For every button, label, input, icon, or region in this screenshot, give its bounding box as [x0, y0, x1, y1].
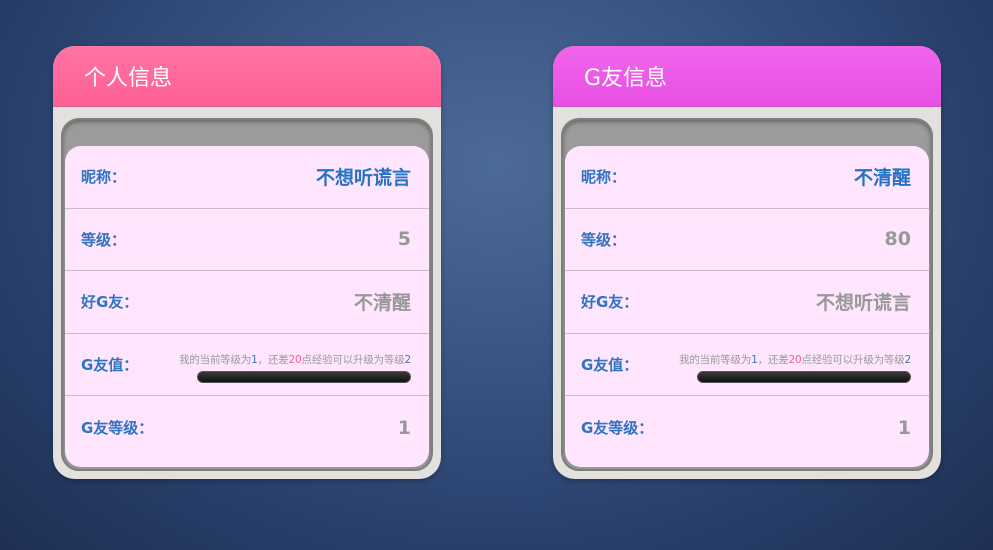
- nickname-value: 不清醒: [853, 167, 911, 190]
- g-level-label: G友等级：: [81, 419, 154, 438]
- g-level-value: 1: [897, 416, 911, 439]
- personal-info-header: 个人信息: [53, 46, 441, 107]
- g-value-label: G友值：: [81, 356, 139, 375]
- best-friend-row: 好G友： 不清醒: [65, 271, 429, 334]
- level-row: 等级： 80: [565, 209, 929, 272]
- g-level-row: G友等级： 1: [565, 396, 929, 459]
- personal-info-title: 个人信息: [84, 66, 173, 91]
- nickname-row: 昵称： 不想听谎言: [65, 146, 429, 209]
- nickname-value: 不想听谎言: [315, 167, 411, 190]
- personal-info-card: 个人信息 昵称： 不想听谎言 等级： 5 好G友： 不清醒 G友值： 我的当前等…: [53, 46, 441, 479]
- exp-suffix: 点经验可以升级为等级: [301, 353, 405, 366]
- exp-prefix: 我的当前等级为: [679, 353, 752, 366]
- level-label: 等级：: [581, 230, 627, 249]
- best-friend-label: 好G友：: [581, 293, 639, 312]
- best-friend-value: 不清醒: [353, 292, 411, 315]
- nickname-row: 昵称： 不清醒: [565, 146, 929, 209]
- g-value-label: G友值：: [581, 356, 639, 375]
- g-friend-info-title: G友信息: [584, 66, 668, 91]
- g-value-row: G友值： 我的当前等级为1，还差20点经验可以升级为等级2: [565, 334, 929, 397]
- exp-box: 我的当前等级为1，还差20点经验可以升级为等级2: [161, 352, 411, 383]
- g-level-label: G友等级：: [581, 419, 654, 438]
- exp-points: 20: [788, 353, 802, 366]
- exp-suffix: 点经验可以升级为等级: [801, 353, 905, 366]
- best-friend-row: 好G友： 不想听谎言: [565, 271, 929, 334]
- exp-mid: ，还差: [257, 353, 289, 366]
- best-friend-label: 好G友：: [81, 293, 139, 312]
- best-friend-value: 不想听谎言: [815, 292, 911, 315]
- exp-prefix: 我的当前等级为: [179, 353, 252, 366]
- level-label: 等级：: [81, 230, 127, 249]
- exp-mid: ，还差: [757, 353, 789, 366]
- g-friend-info-panel: 昵称： 不清醒 等级： 80 好G友： 不想听谎言 G友值： 我的当前等级为 1 ，…: [565, 146, 929, 467]
- g-friend-info-frame: 昵称： 不清醒 等级： 80 好G友： 不想听谎言 G友值： 我的当前等级为 1 ，…: [561, 118, 933, 471]
- exp-points: 20: [288, 353, 302, 366]
- exp-description: 我的当前等级为1，还差20点经验可以升级为等级2: [661, 352, 911, 367]
- g-friend-info-header: G友信息: [553, 46, 941, 107]
- nickname-label: 昵称：: [581, 168, 627, 187]
- exp-box: 我的当前等级为1，还差20点经验可以升级为等级2: [661, 352, 911, 383]
- level-value: 5: [397, 228, 411, 251]
- exp-next-level: 2: [404, 353, 412, 366]
- g-level-row: G友等级： 1: [65, 396, 429, 459]
- exp-next-level: 2: [904, 353, 912, 366]
- level-row: 等级： 5: [65, 209, 429, 272]
- level-value: 80: [884, 228, 911, 251]
- personal-info-panel: 昵称： 不想听谎言 等级： 5 好G友： 不清醒 G友值： 我的当前等级为 1 ，还…: [65, 146, 429, 467]
- personal-info-frame: 昵称： 不想听谎言 等级： 5 好G友： 不清醒 G友值： 我的当前等级为 1 ，还…: [61, 118, 433, 471]
- g-friend-info-card: G友信息 昵称： 不清醒 等级： 80 好G友： 不想听谎言 G友值： 我的当前…: [553, 46, 941, 479]
- exp-description: 我的当前等级为1，还差20点经验可以升级为等级2: [161, 352, 411, 367]
- exp-progress-bar: [697, 370, 911, 383]
- nickname-label: 昵称：: [81, 168, 127, 187]
- g-value-row: G友值： 我的当前等级为1，还差20点经验可以升级为等级2: [65, 334, 429, 397]
- exp-progress-bar: [197, 370, 411, 383]
- g-level-value: 1: [397, 416, 411, 439]
